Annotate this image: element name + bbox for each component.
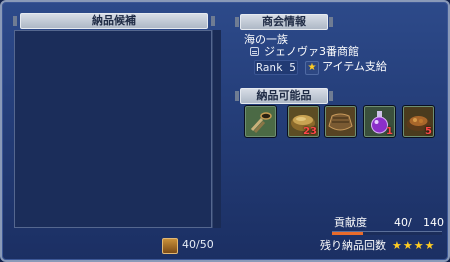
remaining-deliveries-label: 残り納品回数: [320, 239, 386, 252]
item-slot-food[interactable]: 5: [402, 105, 435, 138]
candidates-header: 納品候補: [13, 13, 215, 29]
support-type: アイテム支給: [322, 60, 387, 73]
contribution-current: 40/: [394, 216, 412, 229]
shop-info-header: 商会情報: [235, 14, 333, 30]
star-icon: ★: [305, 61, 319, 75]
delivery-window: 納品候補 40/50 商会情報 海の一族 ジェノヴァ3番商館 Rank 5 ★ …: [0, 0, 450, 262]
item-slot-grain[interactable]: 23: [287, 105, 320, 138]
contribution-bar: [332, 231, 442, 235]
item-slot-potion[interactable]: 1: [363, 105, 396, 138]
contribution-max: 140: [423, 216, 444, 229]
item-count: 5: [425, 126, 432, 137]
shop-building-icon: [250, 47, 259, 56]
candidates-list[interactable]: [14, 30, 212, 228]
item-slot-tongs[interactable]: [244, 105, 277, 138]
contribution-label: 貢献度: [334, 216, 367, 229]
deliverable-items-header: 納品可能品: [235, 88, 333, 104]
item-count: 23: [303, 126, 317, 137]
rank-badge: Rank 5: [254, 60, 298, 75]
ship-hull-icon: [328, 113, 353, 131]
candidate-count-text: 40/50: [182, 238, 214, 251]
item-count: 1: [386, 126, 393, 137]
item-slot-ship-part[interactable]: [324, 105, 357, 138]
contribution-bar-fill: [332, 232, 364, 235]
crate-icon: [162, 238, 178, 254]
candidates-scrollbar[interactable]: [212, 30, 221, 228]
tongs-icon: [250, 112, 272, 134]
remaining-stars: ★★★★: [392, 239, 436, 252]
shop-name: ジェノヴァ3番商館: [264, 45, 359, 58]
